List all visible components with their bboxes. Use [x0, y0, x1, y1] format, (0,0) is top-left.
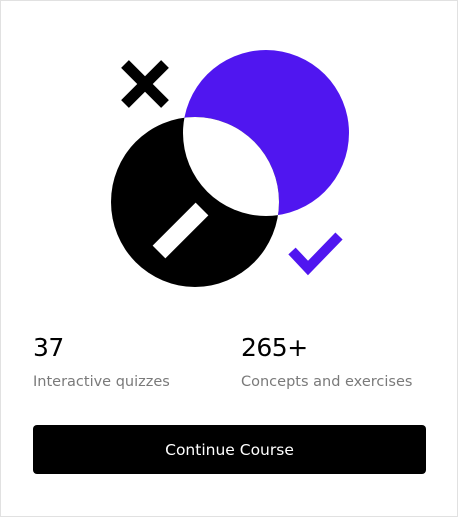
stat-value: 37 — [33, 333, 64, 362]
stat-value: 265+ — [241, 333, 308, 362]
course-illustration — [111, 50, 349, 287]
stat-label: Interactive quizzes — [33, 374, 170, 390]
stat-label: Concepts and exercises — [241, 374, 413, 390]
checkmark-icon — [288, 232, 343, 276]
course-card: 37 Interactive quizzes 265+ Concepts and… — [0, 0, 458, 517]
continue-course-button[interactable]: Continue Course — [33, 425, 426, 474]
stat-concepts: 265+ Concepts and exercises — [241, 333, 412, 391]
close-icon — [121, 60, 169, 108]
stat-quizzes: 37 Interactive quizzes — [33, 333, 170, 391]
